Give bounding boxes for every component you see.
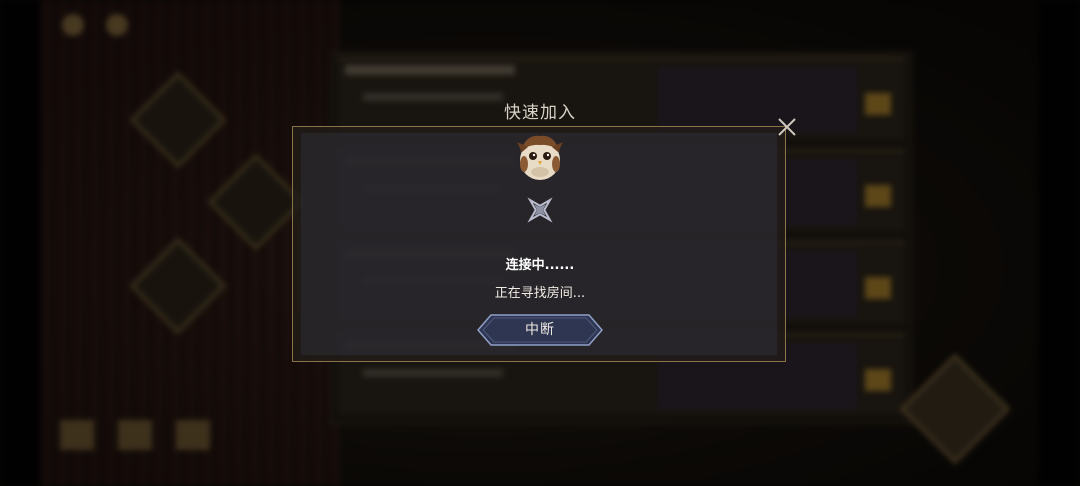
owl-mascot-icon [517, 135, 563, 180]
abort-button[interactable]: 中断 [477, 314, 603, 346]
shuriken-loading-icon [527, 197, 553, 223]
abort-button-label: 中断 [525, 322, 555, 338]
close-icon[interactable] [772, 112, 802, 142]
connecting-status: 连接中...... [505, 258, 575, 273]
dialog-title: 快速加入 [504, 103, 576, 123]
searching-room-status: 正在寻找房间... [494, 286, 586, 301]
